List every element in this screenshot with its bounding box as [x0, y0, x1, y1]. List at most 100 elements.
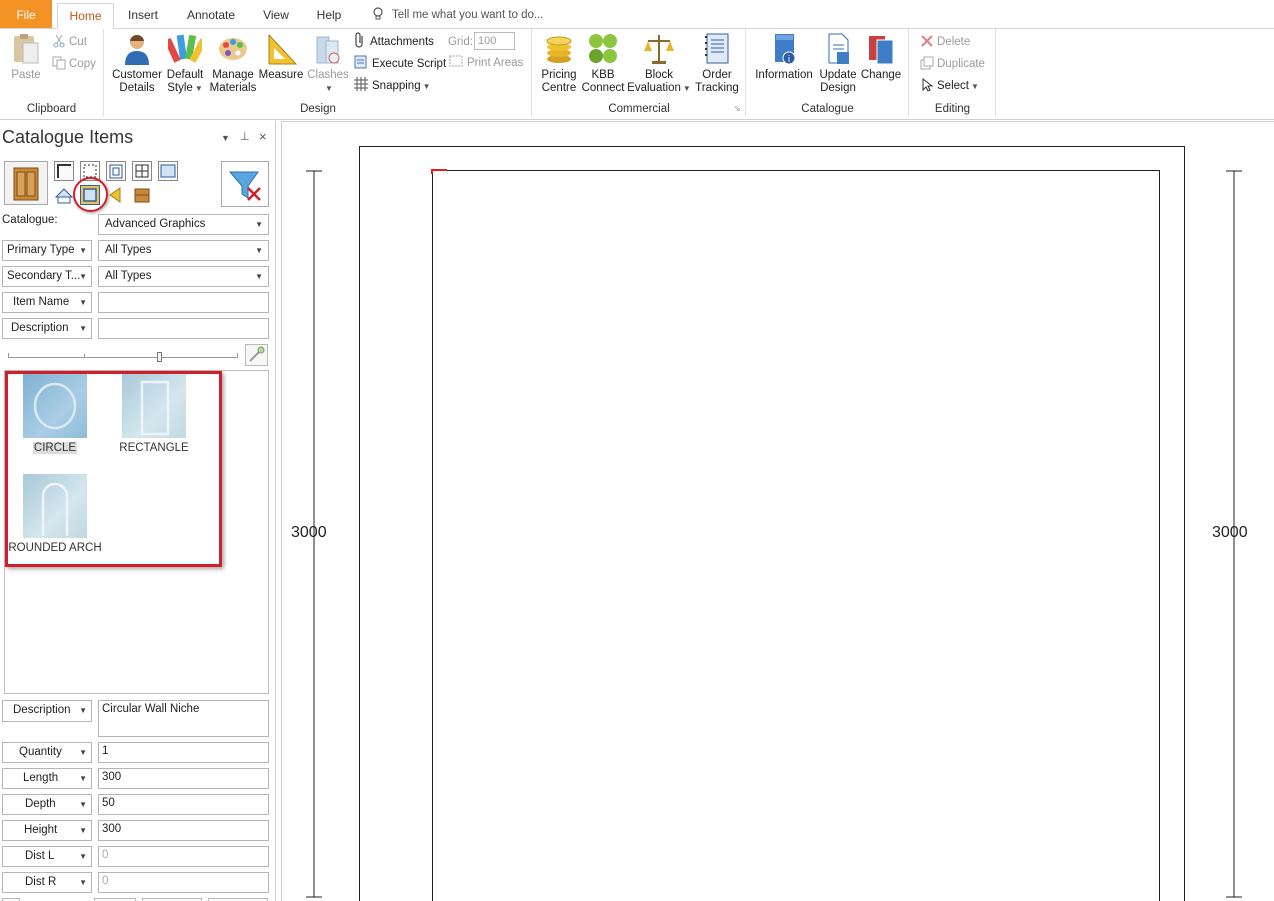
slider-tick	[8, 353, 9, 358]
lighting-category-button[interactable]	[106, 185, 126, 205]
order-tracking-label-2: Tracking	[695, 82, 739, 94]
update-document-icon	[828, 33, 849, 64]
description-filter-input[interactable]	[98, 318, 269, 339]
pricing-centre-label-2: Centre	[541, 82, 577, 94]
dropdown-arrow-icon: ▼	[682, 84, 691, 93]
secondary-type-select[interactable]: All Types ▼	[98, 266, 269, 287]
snapping-button[interactable]: Snapping ▼	[353, 76, 431, 96]
clashes-icon	[316, 36, 340, 64]
customer-icon	[125, 34, 149, 65]
clear-filter-icon	[228, 171, 261, 201]
lightbulb-icon	[373, 7, 383, 20]
roof-category-button[interactable]	[54, 185, 74, 205]
dropdown-arrow-icon: ▼	[255, 246, 263, 255]
pricing-centre-button[interactable]: Pricing Centre	[537, 31, 581, 95]
window-category-button[interactable]	[132, 161, 152, 181]
information-button[interactable]: i Information	[751, 31, 817, 82]
default-style-button[interactable]: Default Style ▼	[164, 31, 206, 95]
tab-help[interactable]: Help	[309, 3, 349, 29]
cabinet-category-button[interactable]	[4, 161, 48, 205]
editing-group: Delete Duplicate Select ▼ Editing	[910, 29, 996, 117]
customer-details-button[interactable]: Customer Details	[111, 31, 163, 95]
clear-filter-button[interactable]	[221, 161, 269, 207]
description-prop-label-dropdown[interactable]: Description ▼	[2, 700, 92, 722]
tell-me-search[interactable]: Tell me what you want to do...	[372, 3, 544, 27]
information-label: Information	[755, 69, 813, 81]
image-category-button[interactable]	[158, 161, 178, 181]
pin-icon[interactable]: ⊥	[240, 130, 250, 143]
tab-view[interactable]: View	[256, 3, 296, 29]
manage-materials-button[interactable]: Manage Materials	[207, 31, 259, 95]
door-category-button[interactable]	[106, 161, 126, 181]
corner-icon	[57, 164, 71, 178]
kbb-connect-button[interactable]: KBB Connect	[581, 31, 625, 95]
selected-category-highlight	[73, 177, 108, 212]
primary-type-select[interactable]: All Types ▼	[98, 240, 269, 261]
dist-l-label-dropdown[interactable]: Dist L ▼	[2, 846, 92, 867]
change-button[interactable]: Change	[859, 31, 903, 82]
clashes-button[interactable]: Clashes ▼	[305, 31, 351, 95]
furniture-category-button[interactable]	[132, 185, 152, 205]
depth-label-dropdown[interactable]: Depth ▼	[2, 794, 92, 815]
execute-script-button[interactable]: Execute Script	[353, 54, 446, 74]
measure-button[interactable]: Measure	[258, 31, 304, 82]
height-label-dropdown[interactable]: Height ▼	[2, 820, 92, 841]
update-design-button[interactable]: Update Design	[817, 31, 859, 95]
attachments-button[interactable]: Attachments	[353, 32, 434, 52]
block-evaluation-button[interactable]: Block Evaluation ▼	[625, 31, 693, 95]
item-name-label-dropdown[interactable]: Item Name ▼	[2, 292, 92, 313]
thumbnail-size-slider-track[interactable]	[8, 357, 238, 358]
primary-type-label-dropdown[interactable]: Primary Type ▼	[2, 240, 92, 261]
length-label-dropdown[interactable]: Length ▼	[2, 768, 92, 789]
dropdown-arrow-icon: ▼	[255, 220, 263, 229]
tab-insert[interactable]: Insert	[122, 3, 164, 29]
height-input[interactable]: 300	[98, 820, 269, 841]
quantity-label-dropdown[interactable]: Quantity ▼	[2, 742, 92, 763]
corner-category-button[interactable]	[54, 161, 74, 181]
quantity-input[interactable]: 1	[98, 742, 269, 763]
dist-l-label: Dist L	[25, 850, 55, 862]
paste-button[interactable]: Paste	[6, 31, 46, 82]
refresh-catalogue-button[interactable]	[245, 344, 268, 366]
dropdown-arrow-icon: ▼	[79, 748, 87, 757]
cut-button[interactable]: Cut	[52, 32, 87, 52]
catalogue-item-rectangle[interactable]: RECTANGLE	[114, 374, 194, 454]
item-name-input[interactable]	[98, 292, 269, 313]
thumbnail-size-slider-thumb[interactable]	[157, 352, 162, 362]
tab-file[interactable]: File	[0, 0, 52, 28]
delete-button[interactable]: Delete	[920, 32, 970, 52]
dropdown-arrow-icon: ▼	[79, 706, 87, 715]
dialog-launcher-icon[interactable]: ⬂	[734, 104, 741, 113]
depth-input[interactable]: 50	[98, 794, 269, 815]
scales-icon	[644, 35, 674, 64]
description-filter-label-dropdown[interactable]: Description ▼	[2, 318, 92, 339]
wand-icon	[249, 346, 265, 362]
dist-r-label-dropdown[interactable]: Dist R ▼	[2, 872, 92, 893]
dist-r-input[interactable]: 0	[98, 872, 269, 893]
copy-button[interactable]: Copy	[52, 54, 96, 74]
scissors-icon	[53, 34, 65, 48]
rectangle-niche-thumbnail	[122, 374, 186, 438]
length-input[interactable]: 300	[98, 768, 269, 789]
panel-menu-dropdown-icon[interactable]: ▼	[221, 133, 230, 143]
tab-annotate[interactable]: Annotate	[180, 3, 242, 29]
design-canvas[interactable]: 3000 3000	[281, 121, 1274, 901]
secondary-type-label-dropdown[interactable]: Secondary T... ▼	[2, 266, 92, 287]
grid-size-input[interactable]: 100	[474, 32, 515, 50]
duplicate-button[interactable]: Duplicate	[920, 54, 985, 74]
select-button[interactable]: Select ▼	[920, 76, 979, 96]
elevation-drawing	[306, 146, 1242, 901]
catalogue-item-rounded-arch[interactable]: ROUNDED ARCH	[8, 474, 102, 554]
description-prop-input[interactable]: Circular Wall Niche	[98, 700, 269, 737]
close-icon[interactable]: ×	[259, 129, 267, 144]
catalogue-select[interactable]: Advanced Graphics ▼	[98, 214, 269, 235]
dropdown-arrow-icon: ▼	[79, 324, 87, 333]
commercial-group: Pricing Centre KBB Connect Block Evaluation…	[533, 29, 746, 117]
print-areas-button[interactable]: Print Areas	[448, 53, 523, 73]
red-origin-marker	[431, 169, 447, 174]
catalogue-item-circle[interactable]: CIRCLE	[20, 374, 90, 454]
tab-home[interactable]: Home	[57, 3, 114, 30]
dist-l-input[interactable]: 0	[98, 846, 269, 867]
description-prop-label: Description	[13, 704, 71, 716]
order-tracking-button[interactable]: Order Tracking	[693, 31, 741, 95]
